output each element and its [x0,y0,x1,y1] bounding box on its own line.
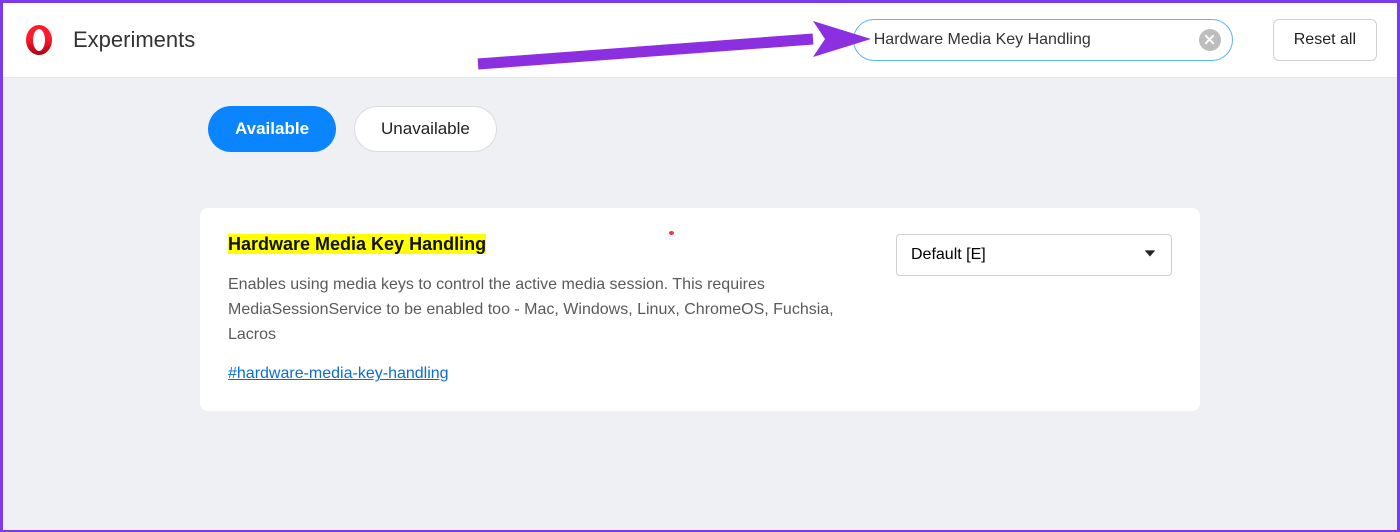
clear-search-button[interactable] [1199,29,1221,51]
flag-description: Enables using media keys to control the … [228,273,848,347]
header-bar: Experiments Reset all [3,3,1397,78]
search-input[interactable] [853,19,1233,61]
opera-logo-icon [23,24,55,56]
page-title: Experiments [73,27,195,53]
tab-row: Available Unavailable [200,106,1200,152]
search-container [853,19,1233,61]
flag-state-dropdown[interactable]: Default [E] [896,234,1172,276]
flag-info: Hardware Media Key Handling Enables usin… [228,234,866,383]
dropdown-value: Default [E] [911,246,986,264]
flag-card: Hardware Media Key Handling Enables usin… [200,208,1200,411]
close-icon [1204,33,1215,48]
tab-unavailable[interactable]: Unavailable [354,106,497,152]
content-area: Available Unavailable Hardware Media Key… [3,78,1397,530]
flag-hash-link[interactable]: #hardware-media-key-handling [228,365,449,383]
chevron-down-icon [1143,246,1157,265]
flag-title: Hardware Media Key Handling [228,234,486,254]
tab-available[interactable]: Available [208,106,336,152]
reset-all-button[interactable]: Reset all [1273,19,1377,61]
